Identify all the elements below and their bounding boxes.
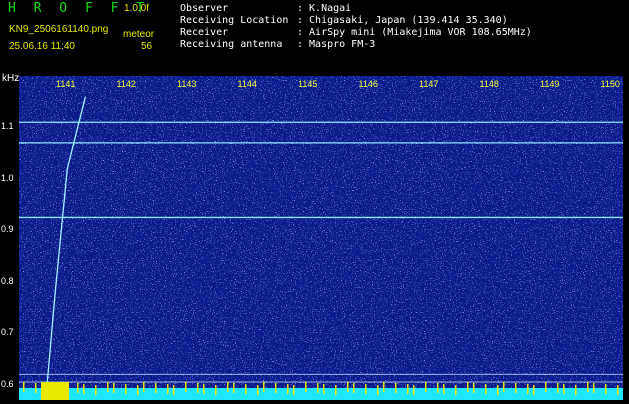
baseline-tick xyxy=(263,382,265,392)
baseline-tick xyxy=(95,385,97,395)
baseline-tick xyxy=(203,384,205,394)
location-label: Receiving Location xyxy=(180,15,289,26)
observer-label: Observer xyxy=(180,3,229,14)
baseline-tick xyxy=(47,384,49,394)
baseline-tick xyxy=(503,382,505,392)
baseline-tick xyxy=(497,385,499,395)
x-tick-label: 1142 xyxy=(116,79,136,89)
baseline-tick xyxy=(53,385,55,395)
baseline-tick xyxy=(515,383,517,393)
baseline-tick xyxy=(155,383,157,393)
baseline-tick xyxy=(395,383,397,393)
spectrogram-svg xyxy=(19,76,623,400)
baseline-tick xyxy=(335,385,337,395)
baseline-tick xyxy=(317,383,319,393)
x-tick-label: 1149 xyxy=(540,79,560,89)
baseline-tick xyxy=(305,382,307,392)
baseline-tick xyxy=(467,382,469,392)
baseline-tick xyxy=(545,382,547,392)
baseline-tick xyxy=(575,385,577,395)
baseline-tick xyxy=(23,382,25,392)
x-tick-label: 1141 xyxy=(56,79,76,89)
baseline-tick xyxy=(137,385,139,395)
baseline-tick xyxy=(287,384,289,394)
baseline-band xyxy=(19,388,623,400)
baseline-tick xyxy=(353,383,355,393)
baseline-tick xyxy=(587,382,589,392)
baseline-tick xyxy=(365,384,367,394)
antenna-value: : Maspro FM-3 xyxy=(297,39,376,50)
baseline-tick xyxy=(245,384,247,394)
y-tick-label: 1.0 xyxy=(1,172,14,183)
baseline-tick xyxy=(383,382,385,392)
file-name: KN9_2506161140.png xyxy=(9,24,109,35)
baseline-tick xyxy=(293,385,295,395)
baseline-tick xyxy=(113,383,115,393)
location-value: : Chigasaki, Japan (139.414 35.340) xyxy=(297,15,508,26)
baseline-tick xyxy=(77,383,79,393)
baseline-tick xyxy=(557,383,559,393)
spectrogram-area xyxy=(19,76,623,400)
baseline-tick xyxy=(527,384,529,394)
baseline-tick xyxy=(185,382,187,392)
baseline-tick xyxy=(125,384,127,394)
x-tick-label: 1146 xyxy=(358,79,378,89)
baseline-tick xyxy=(443,384,445,394)
meteor-label: meteor xyxy=(123,29,155,40)
baseline-tick xyxy=(425,382,427,392)
timestamp: 25.06.16 11:40 xyxy=(9,41,75,52)
x-tick-label: 1148 xyxy=(479,79,499,89)
x-tick-label: 1145 xyxy=(298,79,318,89)
baseline-tick xyxy=(593,383,595,393)
baseline-tick xyxy=(485,384,487,394)
baseline-tick xyxy=(377,385,379,395)
baseline-tick xyxy=(257,385,259,395)
baseline-tick xyxy=(323,384,325,394)
baseline-tick xyxy=(617,385,619,395)
observer-value: : K.Nagai xyxy=(297,3,352,14)
app-version: 1.0.0f xyxy=(124,3,150,14)
baseline-tick xyxy=(197,383,199,393)
baseline-tick xyxy=(455,385,457,395)
baseline-tick xyxy=(533,385,535,395)
baseline-tick xyxy=(275,383,277,393)
y-tick-label: 1.1 xyxy=(1,121,14,132)
baseline-tick xyxy=(347,382,349,392)
y-axis-unit: kHz xyxy=(2,73,20,84)
baseline-tick xyxy=(227,382,229,392)
baseline-tick xyxy=(83,384,85,394)
baseline-tick xyxy=(65,382,67,392)
baseline-tick xyxy=(35,383,37,393)
x-tick-label: 1150 xyxy=(600,79,620,89)
meteor-echo-blob xyxy=(41,382,69,400)
baseline-tick xyxy=(143,382,145,392)
receiver-value: : AirSpy mini (Miakejima VOR 108.65MHz) xyxy=(297,27,532,38)
x-tick-label: 1147 xyxy=(419,79,439,89)
baseline-tick xyxy=(233,383,235,393)
baseline-tick xyxy=(413,385,415,395)
baseline-tick xyxy=(407,384,409,394)
receiver-label: Receiver xyxy=(180,27,229,38)
baseline-tick xyxy=(173,385,175,395)
y-tick-label: 0.7 xyxy=(1,327,14,338)
baseline-tick xyxy=(605,384,607,394)
baseline-tick xyxy=(107,382,109,392)
baseline-tick xyxy=(563,384,565,394)
meteor-count: 56 xyxy=(141,41,153,52)
spectrogram-noise xyxy=(19,76,623,400)
antenna-label: Receiving antenna xyxy=(180,39,283,50)
baseline-tick xyxy=(215,385,217,395)
x-tick-label: 1143 xyxy=(177,79,197,89)
y-tick-label: 0.9 xyxy=(1,224,14,235)
baseline-tick xyxy=(473,383,475,393)
baseline-tick xyxy=(167,384,169,394)
y-tick-label: 0.8 xyxy=(1,275,14,286)
y-tick-label: 0.6 xyxy=(1,378,14,389)
x-tick-label: 1144 xyxy=(237,79,257,89)
baseline-tick xyxy=(437,383,439,393)
